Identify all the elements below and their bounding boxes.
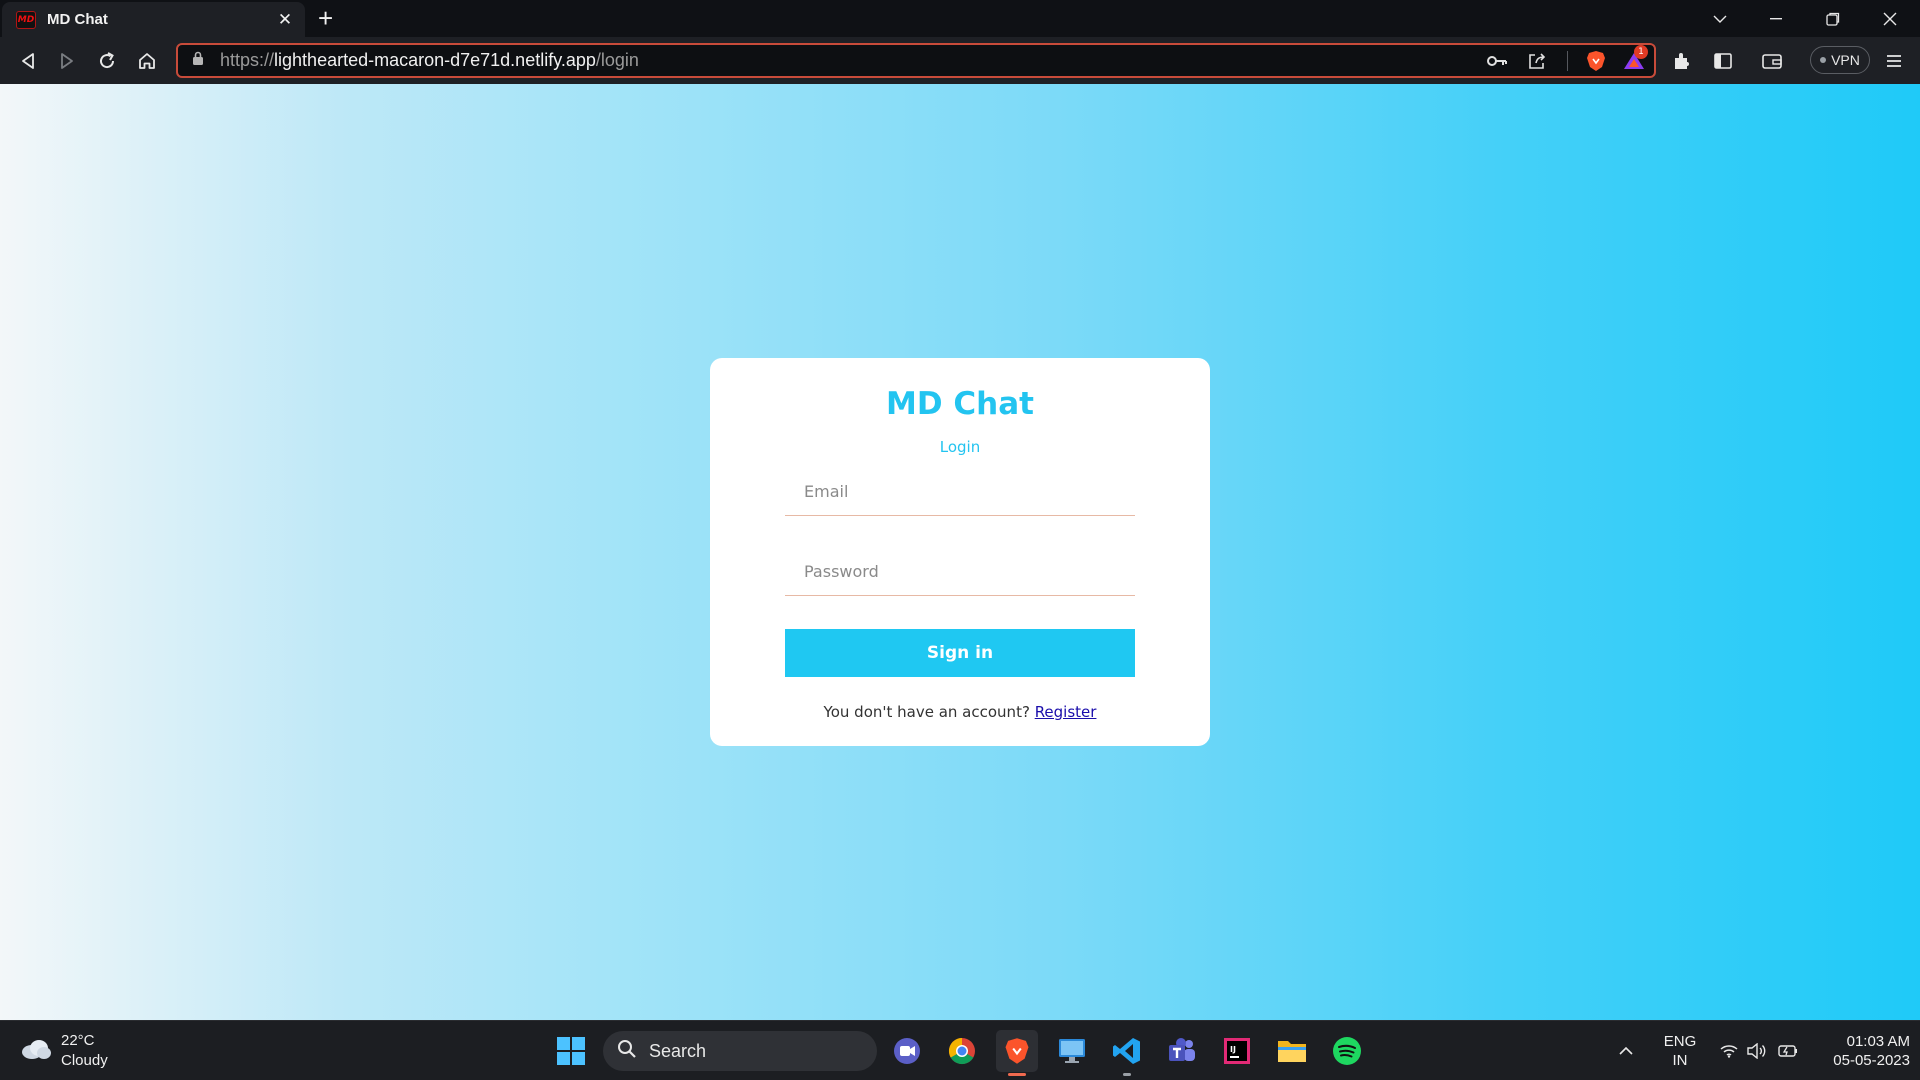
browser-tab[interactable]: MD MD Chat ✕ bbox=[2, 2, 305, 37]
md-chat-favicon-icon: MD bbox=[16, 10, 36, 29]
tab-close-icon[interactable]: ✕ bbox=[275, 10, 295, 30]
extensions-icon[interactable] bbox=[1668, 47, 1696, 75]
remote-desktop-icon[interactable] bbox=[1051, 1030, 1093, 1072]
url-text: https://lighthearted-macaron-d7e71d.netl… bbox=[220, 50, 639, 71]
temperature: 22°C bbox=[61, 1032, 95, 1049]
login-subtitle: Login bbox=[939, 438, 981, 456]
menu-icon[interactable] bbox=[1880, 47, 1908, 75]
register-line: You don't have an account? Register bbox=[710, 703, 1210, 721]
spotify-icon[interactable] bbox=[1326, 1030, 1368, 1072]
url-actions: 1 bbox=[1477, 44, 1654, 76]
wallet-icon[interactable] bbox=[1758, 47, 1786, 75]
intellij-icon[interactable]: IJ bbox=[1216, 1030, 1258, 1072]
tray-chevron-up-icon[interactable] bbox=[1611, 1030, 1641, 1072]
key-icon[interactable] bbox=[1477, 55, 1517, 67]
sign-in-button[interactable]: Sign in bbox=[785, 629, 1135, 677]
vpn-status-dot bbox=[1820, 57, 1827, 63]
url-path: /login bbox=[595, 50, 639, 70]
vscode-icon[interactable] bbox=[1106, 1030, 1148, 1072]
sidebar-icon[interactable] bbox=[1709, 47, 1737, 75]
windows-start-icon[interactable] bbox=[550, 1030, 592, 1072]
password-field[interactable] bbox=[785, 548, 1135, 596]
weather-text: 22°C Cloudy bbox=[61, 1031, 108, 1071]
share-icon[interactable] bbox=[1517, 51, 1557, 71]
url-host: lighthearted-macaron-d7e71d.netlify.app bbox=[274, 50, 596, 70]
home-icon[interactable] bbox=[133, 47, 161, 75]
vpn-label: VPN bbox=[1831, 52, 1860, 68]
svg-text:IJ: IJ bbox=[1230, 1045, 1236, 1054]
chrome-icon[interactable] bbox=[941, 1030, 983, 1072]
back-icon[interactable] bbox=[14, 47, 42, 75]
time: 01:03 AM bbox=[1846, 1033, 1910, 1050]
brave-shield-icon[interactable] bbox=[1578, 50, 1614, 72]
search-label: Search bbox=[649, 1040, 707, 1061]
volume-icon[interactable] bbox=[1744, 1030, 1770, 1072]
teams-icon[interactable] bbox=[1161, 1030, 1203, 1072]
vscode-open-indicator bbox=[1123, 1073, 1131, 1076]
new-tab-icon[interactable]: + bbox=[318, 5, 333, 31]
lock-icon[interactable] bbox=[192, 51, 204, 70]
language-label: ENG bbox=[1663, 1033, 1697, 1050]
weather-condition: Cloudy bbox=[61, 1052, 108, 1069]
notification-badge: 1 bbox=[1634, 44, 1648, 59]
app-title: MD Chat bbox=[886, 386, 1034, 422]
register-link[interactable]: Register bbox=[1035, 703, 1097, 721]
restore-icon[interactable] bbox=[1805, 0, 1861, 37]
cloud-icon bbox=[20, 1038, 52, 1065]
close-window-icon[interactable] bbox=[1862, 0, 1918, 37]
region-label: IN bbox=[1672, 1052, 1688, 1069]
minimize-icon[interactable] bbox=[1748, 0, 1804, 37]
tab-strip: MD MD Chat ✕ + bbox=[0, 0, 1920, 37]
forward-icon[interactable] bbox=[53, 47, 81, 75]
brave-active-indicator bbox=[1008, 1073, 1026, 1076]
brave-icon[interactable] bbox=[996, 1030, 1038, 1072]
weather-widget[interactable]: 22°C Cloudy bbox=[20, 1031, 108, 1071]
register-prompt: You don't have an account? bbox=[823, 703, 1035, 721]
address-bar[interactable]: https://lighthearted-macaron-d7e71d.netl… bbox=[176, 43, 1656, 78]
login-page: MD Chat Login Sign in You don't have an … bbox=[0, 84, 1920, 1020]
browser-toolbar: https://lighthearted-macaron-d7e71d.netl… bbox=[0, 37, 1920, 84]
tab-search-chevron-icon[interactable] bbox=[1692, 0, 1748, 37]
search-icon bbox=[617, 1039, 637, 1064]
wifi-icon[interactable] bbox=[1716, 1030, 1742, 1072]
vpn-button[interactable]: VPN bbox=[1810, 46, 1870, 74]
toolbar-divider bbox=[1567, 50, 1568, 71]
url-scheme: https:// bbox=[220, 50, 275, 70]
taskbar-search[interactable]: Search bbox=[603, 1031, 877, 1071]
tab-title: MD Chat bbox=[47, 11, 108, 28]
windows-taskbar: 22°C Cloudy Search IJ ENG IN 01:03 AM 05… bbox=[0, 1020, 1920, 1080]
email-field[interactable] bbox=[785, 468, 1135, 516]
reload-icon[interactable] bbox=[93, 47, 121, 75]
login-card: MD Chat Login Sign in You don't have an … bbox=[710, 358, 1210, 746]
brave-rewards-icon[interactable]: 1 bbox=[1614, 44, 1654, 71]
date: 05-05-2023 bbox=[1833, 1052, 1910, 1069]
language-indicator[interactable]: ENG IN bbox=[1654, 1032, 1706, 1070]
meet-icon[interactable] bbox=[886, 1030, 928, 1072]
battery-icon[interactable] bbox=[1774, 1030, 1800, 1072]
file-explorer-icon[interactable] bbox=[1271, 1030, 1313, 1072]
clock[interactable]: 01:03 AM 05-05-2023 bbox=[1810, 1032, 1910, 1070]
